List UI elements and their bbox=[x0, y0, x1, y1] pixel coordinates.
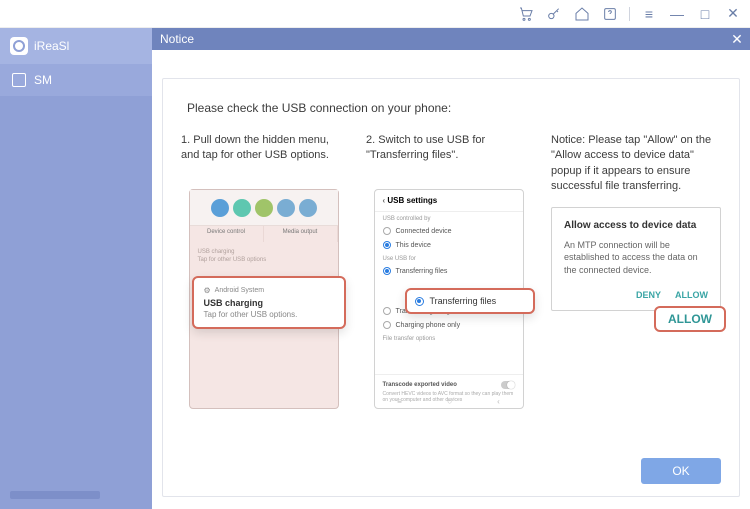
window-titlebar: ≡ — □ ✕ bbox=[0, 0, 750, 28]
ok-button[interactable]: OK bbox=[641, 458, 721, 484]
panel-actions: DENY ALLOW bbox=[564, 290, 708, 300]
step-3-text: Notice: Please tap "Allow" on the "Allow… bbox=[551, 133, 721, 195]
sidebar-item-sms[interactable]: SM bbox=[0, 64, 152, 96]
device-control-label: Device control bbox=[190, 226, 264, 242]
maximize-button[interactable]: □ bbox=[696, 6, 714, 22]
callout-system-label: Android System bbox=[204, 286, 334, 295]
phone-mock-2: USB settings USB controlled by Connected… bbox=[374, 189, 524, 409]
callout-allow: ALLOW bbox=[654, 306, 726, 332]
brand-text: iReaSl bbox=[34, 39, 69, 53]
callout-usb-charging: Android System USB charging Tap for othe… bbox=[192, 276, 346, 329]
panel-title: Allow access to device data bbox=[564, 220, 708, 231]
toggle-icon bbox=[277, 199, 295, 217]
minimize-button[interactable]: — bbox=[668, 6, 686, 22]
panel-desc: An MTP connection will be established to… bbox=[564, 239, 708, 277]
close-window-button[interactable]: ✕ bbox=[724, 5, 742, 22]
callout-transferring-files: Transferring files bbox=[405, 288, 535, 314]
notice-title: Notice bbox=[160, 32, 194, 46]
toggle-icon bbox=[501, 381, 515, 389]
phone-nav: ≡○‹ bbox=[375, 397, 523, 406]
allow-access-panel: Allow access to device data An MTP conne… bbox=[551, 207, 721, 312]
callout-title: USB charging bbox=[204, 298, 334, 308]
dialog-heading: Please check the USB connection on your … bbox=[187, 101, 721, 115]
notice-header: Notice ✕ bbox=[152, 28, 750, 50]
section-label: File transfer options bbox=[375, 332, 523, 344]
menu-icon[interactable]: ≡ bbox=[640, 6, 658, 22]
toggle-icon bbox=[233, 199, 251, 217]
opt-this-device: This device bbox=[375, 238, 523, 252]
close-notice-button[interactable]: ✕ bbox=[728, 30, 746, 48]
cart-icon[interactable] bbox=[517, 5, 535, 23]
section-label: USB controlled by bbox=[375, 212, 523, 224]
sidebar: iReaSl SM bbox=[0, 28, 152, 509]
allow-label: ALLOW bbox=[675, 290, 708, 300]
usb-notice-dialog: Please check the USB connection on your … bbox=[162, 78, 740, 497]
step-2: 2. Switch to use USB for "Transferring f… bbox=[366, 133, 531, 409]
opt-connected-device: Connected device bbox=[375, 224, 523, 238]
toggle-icon bbox=[211, 199, 229, 217]
separator bbox=[629, 7, 630, 21]
main-area: Notice ✕ Please check the USB connection… bbox=[152, 28, 750, 509]
help-icon[interactable] bbox=[601, 5, 619, 23]
callout-subtitle: Tap for other USB options. bbox=[204, 310, 334, 319]
step-3: Notice: Please tap "Allow" on the "Allow… bbox=[551, 133, 721, 409]
opt-transferring-files: Transferring files bbox=[375, 264, 523, 278]
sidebar-footer bbox=[10, 491, 100, 499]
notif-faint: USB charging Tap for other USB options bbox=[190, 242, 338, 271]
deny-label: DENY bbox=[636, 290, 661, 300]
key-icon[interactable] bbox=[545, 5, 563, 23]
toggle-icon bbox=[255, 199, 273, 217]
faint-title: USB charging bbox=[198, 248, 330, 256]
step-2-text: 2. Switch to use USB for "Transferring f… bbox=[366, 133, 531, 177]
usb-settings-header: USB settings bbox=[375, 190, 523, 212]
quick-toggles bbox=[190, 190, 338, 226]
toggle-icon bbox=[299, 199, 317, 217]
brand-logo: iReaSl bbox=[0, 28, 152, 64]
faint-sub: Tap for other USB options bbox=[198, 256, 330, 264]
section-label: Use USB for bbox=[375, 252, 523, 264]
phone-mock-1: Device control Media output USB charging… bbox=[189, 189, 339, 409]
media-output-label: Media output bbox=[264, 226, 338, 242]
callout-label: Transferring files bbox=[430, 296, 497, 306]
transcode-title: Transcode exported video bbox=[383, 382, 457, 388]
radio-on-icon bbox=[415, 297, 424, 306]
sms-icon bbox=[12, 73, 26, 87]
step-1-text: 1. Pull down the hidden menu, and tap fo… bbox=[181, 133, 346, 177]
logo-icon bbox=[10, 37, 28, 55]
sidebar-item-label: SM bbox=[34, 73, 52, 87]
quick-row: Device control Media output bbox=[190, 226, 338, 242]
opt-charging-only: Charging phone only bbox=[375, 318, 523, 332]
home-icon[interactable] bbox=[573, 5, 591, 23]
step-1: 1. Pull down the hidden menu, and tap fo… bbox=[181, 133, 346, 409]
